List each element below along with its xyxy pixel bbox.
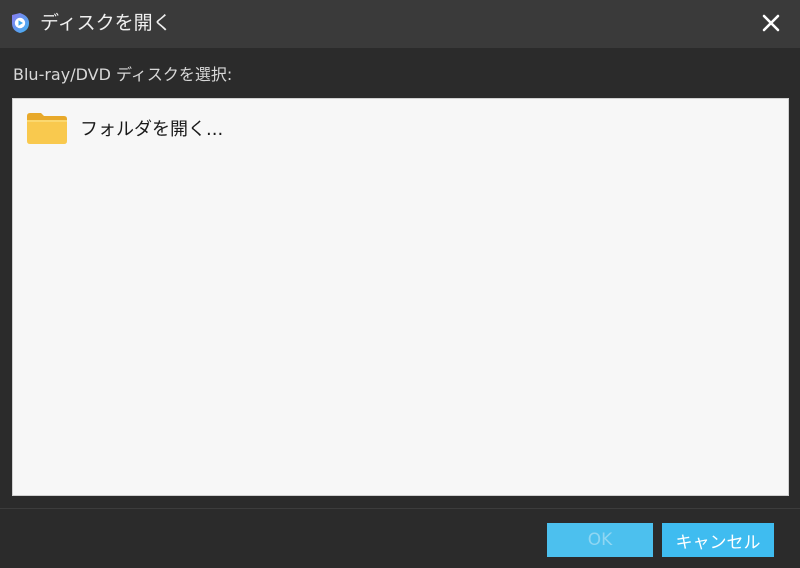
ok-button[interactable]: OK [547,523,653,557]
disc-list[interactable]: フォルダを開く... [12,98,789,496]
disc-select-label: Blu-ray/DVD ディスクを選択: [13,65,233,84]
folder-icon [27,113,67,144]
list-item-label: フォルダを開く... [80,119,224,140]
footer-divider [0,508,800,509]
dialog-title: ディスクを開く [40,12,172,34]
title-bar: ディスクを開く [0,0,800,48]
close-icon [762,14,780,32]
close-button[interactable] [756,8,786,38]
open-disc-dialog: ディスクを開く Blu-ray/DVD ディスクを選択: フォルダを開く... … [0,0,800,568]
cancel-button[interactable]: キャンセル [662,523,774,557]
list-item-open-folder[interactable]: フォルダを開く... [26,110,223,146]
app-logo-icon [12,13,29,33]
